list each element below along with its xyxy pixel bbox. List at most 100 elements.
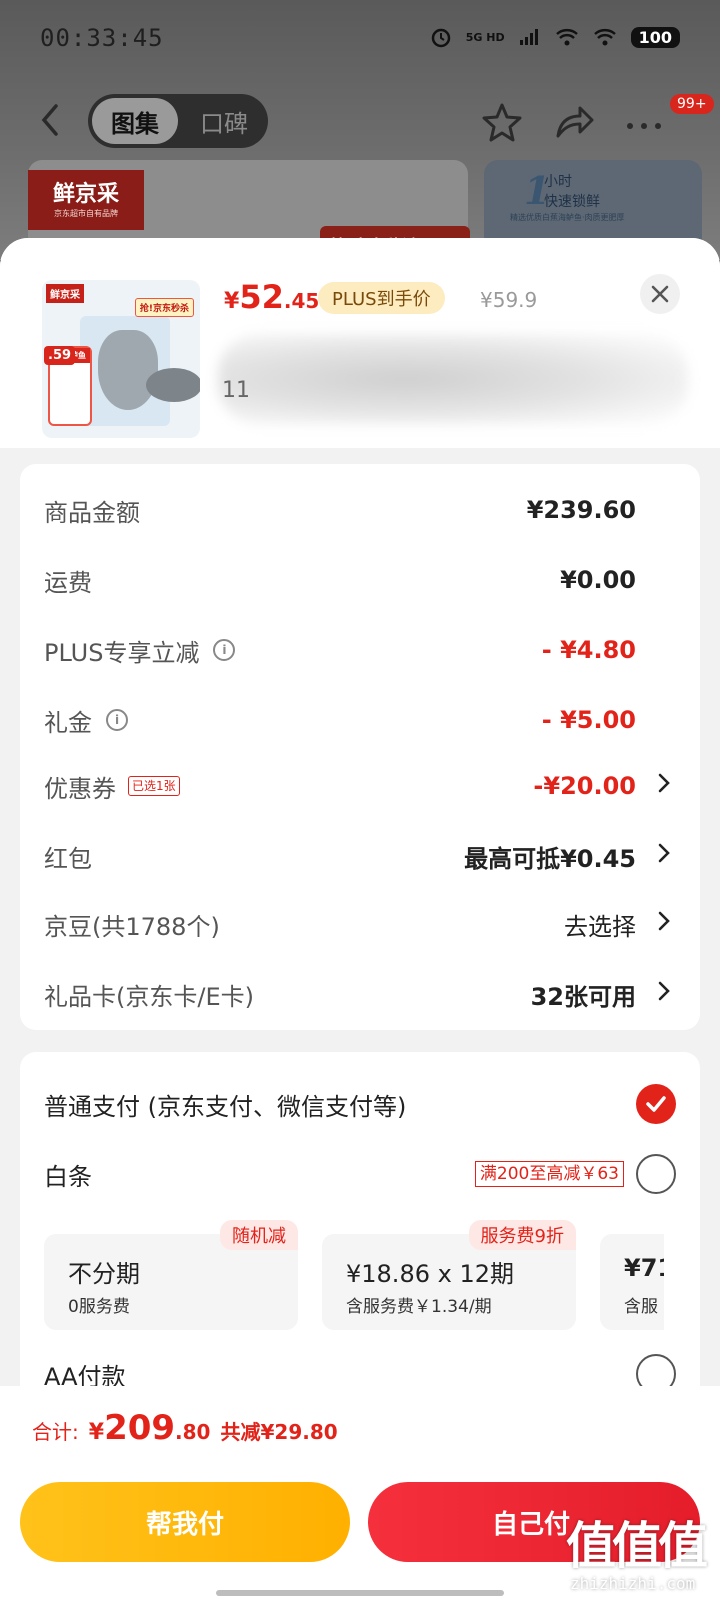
amount-label: 商品金额 — [44, 498, 140, 527]
close-icon — [651, 285, 669, 303]
brand-name: 鲜京采 — [52, 182, 119, 207]
original-price: ¥59.9 — [480, 288, 538, 312]
star-icon[interactable] — [480, 100, 524, 144]
amount-value: 去选择 — [564, 912, 636, 941]
status-time: 00:33:45 — [40, 24, 164, 52]
chevron-right-icon[interactable] — [652, 772, 676, 800]
plan-tag: 服务费9折 — [468, 1220, 576, 1250]
back-arrow-icon[interactable] — [36, 100, 66, 140]
total-integer: 209 — [104, 1408, 176, 1448]
installment-option-12[interactable]: 服务费9折 ¥18.86 x 12期 含服务费￥1.34/期 — [322, 1220, 576, 1330]
general-pay-label: 普通支付 (京东支付、微信支付等) — [44, 1092, 407, 1121]
plan-title: ¥71 — [624, 1254, 664, 1282]
plan-title: ¥18.86 x 12期 — [346, 1260, 514, 1288]
product-thumbnail[interactable]: 白蕉鲈鱼 .59 鲜京采 抢!京东秒杀 — [42, 280, 200, 438]
banner-line-1: 小时 — [544, 174, 572, 190]
plan-subtitle: 0服务费 — [68, 1297, 130, 1317]
installment-option-none[interactable]: 随机减 不分期 0服务费 — [44, 1220, 298, 1330]
amount-row: PLUS专享立减 i - ¥4.80 — [44, 630, 676, 670]
amount-row[interactable]: 红包 最高可抵¥0.45 — [44, 836, 676, 876]
payment-method-card: 普通支付 (京东支付、微信支付等) 白条 满200至高减￥63 随机减 不分期 … — [20, 1052, 700, 1412]
amount-row[interactable]: 礼品卡(京东卡/E卡) 32张可用 — [44, 974, 676, 1014]
total-saved: 共减¥29.80 — [220, 1420, 338, 1444]
top-nav: 图集 口碑 99+ — [0, 92, 720, 152]
amount-row[interactable]: 京豆(共1788个) 去选择 — [44, 904, 676, 944]
share-icon[interactable] — [552, 100, 596, 144]
brand-subtitle: 京东超市自有品牌 — [54, 209, 118, 218]
amount-label: 礼金 — [44, 708, 92, 737]
total-symbol: ¥ — [88, 1420, 105, 1445]
total-decimal: .80 — [175, 1420, 211, 1444]
blurred-product-title — [218, 334, 688, 424]
more-icon[interactable] — [622, 100, 666, 144]
chevron-right-icon[interactable] — [652, 910, 676, 938]
product-title-fragment: 11 — [222, 378, 250, 403]
amount-value: 最高可抵¥0.45 — [464, 844, 636, 873]
amount-label: 优惠券 — [44, 774, 116, 803]
thumb-price: .59 — [44, 346, 76, 365]
amount-row: 运费 ¥0.00 — [44, 560, 676, 600]
network-label: 5G HD — [465, 30, 505, 44]
amount-value: ¥239.60 — [526, 496, 636, 524]
plan-subtitle: 含服 — [624, 1297, 658, 1317]
general-pay-row[interactable]: 普通支付 (京东支付、微信支付等) — [44, 1082, 676, 1126]
chevron-right-icon[interactable] — [652, 980, 676, 1008]
selected-check-icon[interactable] — [636, 1084, 676, 1124]
fish-shape — [98, 330, 158, 410]
banner-line-2: 快速锁鲜 — [544, 194, 600, 210]
amount-value: - ¥5.00 — [541, 706, 636, 734]
amount-label: 礼品卡(京东卡/E卡) — [44, 982, 254, 1011]
tab-gallery[interactable]: 图集 — [92, 98, 178, 144]
ask-friend-pay-button[interactable]: 帮我付 — [20, 1482, 350, 1562]
amount-label: 京豆(共1788个) — [44, 912, 220, 941]
tab-reviews[interactable]: 口碑 — [184, 98, 264, 144]
thumb-logo: 鲜京采 — [46, 284, 84, 303]
plus-price: ¥ 52 .45 — [224, 278, 319, 318]
close-button[interactable] — [640, 274, 680, 314]
thumb-seckill-tag: 抢!京东秒杀 — [134, 298, 194, 317]
site-watermark: 值值值 zhizhizhi.com — [560, 1500, 720, 1600]
gallery-review-switch: 图集 口碑 — [88, 94, 268, 148]
background-product-page: 00:33:45 5G HD 100 图集 口碑 99+ 鲜京采 京东超市自有品… — [0, 0, 720, 260]
total-label: 合计: — [32, 1420, 79, 1444]
watermark-logo: 值值值 — [566, 1517, 708, 1575]
amount-row: 礼金 i - ¥5.00 — [44, 700, 676, 740]
info-icon[interactable]: i — [213, 639, 236, 661]
status-bar: 00:33:45 5G HD 100 — [0, 0, 720, 80]
plan-title: 不分期 — [68, 1260, 140, 1288]
baitiao-pay-row[interactable]: 白条 满200至高减￥63 — [44, 1152, 676, 1196]
amount-label: 红包 — [44, 844, 92, 873]
amount-value: - ¥4.80 — [541, 636, 636, 664]
alarm-icon — [431, 28, 450, 48]
price-decimal: .45 — [283, 289, 320, 313]
installment-option-partial[interactable]: ¥71 含服 — [600, 1234, 664, 1330]
plan-tag: 随机减 — [220, 1220, 298, 1250]
amount-value: -¥20.00 — [533, 772, 636, 800]
notification-badge: 99+ — [670, 94, 714, 114]
wifi-icon — [555, 29, 578, 46]
baitiao-promo-tag: 满200至高减￥63 — [474, 1161, 624, 1187]
info-icon[interactable]: i — [106, 709, 128, 731]
order-total: 合计: ¥ 209 .80 共减¥29.80 — [32, 1408, 338, 1448]
amount-value: ¥0.00 — [560, 566, 636, 594]
home-indicator — [216, 1590, 504, 1596]
banner-caption: 精选优质白蕉海鲈鱼·肉质更肥厚 — [510, 213, 625, 222]
price-breakdown-card: 商品金额 ¥239.60 运费 ¥0.00 PLUS专享立减 i - ¥4.80 礼金 i - ¥… — [20, 464, 700, 1030]
battery-indicator: 100 — [630, 26, 680, 48]
amount-row[interactable]: 优惠券 已选1张 -¥20.00 — [44, 766, 676, 806]
chevron-right-icon[interactable] — [652, 842, 676, 870]
signal-icon — [519, 29, 538, 45]
coupon-selected-tag: 已选1张 — [128, 776, 180, 796]
plus-price-badge: PLUS到手价 — [318, 282, 445, 314]
price-integer: 52 — [239, 278, 284, 316]
fish-shape-2 — [146, 368, 200, 402]
product-header: 白蕉鲈鱼 .59 鲜京采 抢!京东秒杀 ¥ 52 .45 PLUS到手价 ¥59… — [0, 238, 720, 448]
unselected-radio-icon[interactable] — [636, 1154, 676, 1194]
baitiao-label: 白条 — [44, 1162, 92, 1191]
amount-row: 商品金额 ¥239.60 — [44, 490, 676, 530]
status-icons: 5G HD 100 — [430, 26, 680, 48]
amount-value: 32张可用 — [530, 982, 636, 1011]
banner-headline: 小时 快速锁鲜 — [544, 172, 600, 212]
watermark-url: zhizhizhi.com — [570, 1574, 696, 1593]
price-symbol: ¥ — [224, 289, 240, 314]
